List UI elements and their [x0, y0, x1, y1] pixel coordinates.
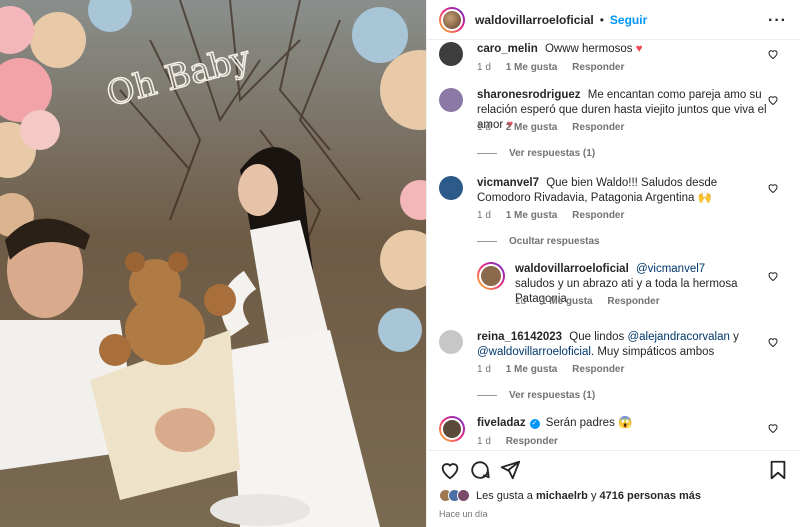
mention-link[interactable]: @alejandracorvalan	[627, 331, 729, 343]
more-options-icon[interactable]: ···	[768, 12, 787, 30]
author-username[interactable]: waldovillarroeloficial	[475, 13, 594, 27]
reply-button[interactable]: Responder	[572, 364, 624, 375]
comments-list: caro_melin Owww hermosos ♥ 1 d 1 Me gust…	[427, 40, 800, 450]
liker-avatar	[457, 489, 470, 502]
likes-count[interactable]: 4716 personas más	[600, 490, 702, 502]
commenter-avatar[interactable]	[439, 176, 463, 200]
comment-meta: 1 d 1 Me gusta Responder	[477, 210, 625, 221]
mention-link[interactable]: @vicmanvel7	[636, 263, 705, 275]
likes-username[interactable]: michaelrb	[536, 490, 588, 502]
follow-button[interactable]: Seguir	[610, 13, 647, 27]
heart-emoji: ♥	[635, 43, 643, 55]
comment-username[interactable]: sharonesrodriguez	[477, 89, 581, 101]
comment-meta: 1d 1 Me gusta Responder	[515, 296, 660, 307]
comment-likes[interactable]: 1 Me gusta	[506, 62, 558, 73]
like-comment-icon[interactable]	[767, 48, 779, 60]
reply-thread-line	[477, 153, 497, 154]
mention-link[interactable]: @waldovillarroeloficial	[477, 346, 591, 358]
comment-username[interactable]: vicmanvel7	[477, 177, 539, 189]
post-actions-bar: Les gusta a michaelrb y 4716 personas má…	[427, 450, 800, 527]
comment-username[interactable]: reina_16142023	[477, 331, 562, 343]
comment-meta: 1 d 1 Me gusta Responder	[477, 62, 625, 73]
reply-thread-line	[477, 395, 497, 396]
like-comment-icon[interactable]	[767, 270, 779, 282]
shocked-face-emoji: 😱	[618, 417, 633, 429]
reply-button[interactable]: Responder	[607, 296, 659, 307]
comment-text: caro_melin Owww hermosos ♥	[477, 43, 643, 55]
comment-likes[interactable]: 1 Me gusta	[541, 296, 593, 307]
post-header: waldovillarroeloficial • Seguir ···	[427, 0, 800, 40]
view-replies-button[interactable]: Ver respuestas (1)	[477, 148, 595, 159]
commenter-avatar[interactable]	[439, 330, 463, 354]
commenter-avatar[interactable]	[439, 88, 463, 112]
reply-thread-line	[477, 241, 497, 242]
post-timestamp: Hace un día	[439, 509, 488, 519]
comment-meta: 1 d 1 Me gusta Responder	[477, 364, 625, 375]
post-image: Oh Baby	[0, 0, 426, 527]
hide-replies-button[interactable]: Ocultar respuestas	[477, 236, 600, 247]
like-comment-icon[interactable]	[767, 422, 779, 434]
instagram-post-modal: Oh Baby waldovillarroeloficial • Seguir …	[0, 0, 800, 527]
likes-summary[interactable]: Les gusta a michaelrb y 4716 personas má…	[439, 489, 701, 502]
comments-panel: waldovillarroeloficial • Seguir ··· caro…	[426, 0, 800, 527]
comment-bubble-icon[interactable]	[469, 459, 491, 481]
like-heart-icon[interactable]	[439, 459, 461, 481]
post-photo[interactable]: Oh Baby	[0, 0, 426, 527]
like-comment-icon[interactable]	[767, 336, 779, 348]
comment-likes[interactable]: 1 Me gusta	[506, 210, 558, 221]
comment-text: vicmanvel7 Que bien Waldo!!! Saludos des…	[477, 177, 718, 204]
comment-text: fiveladaz ✓ Serán padres 😱	[477, 417, 633, 429]
like-comment-icon[interactable]	[767, 182, 779, 194]
comment-likes[interactable]: 1 Me gusta	[506, 364, 558, 375]
commenter-avatar[interactable]	[439, 42, 463, 66]
comment-username[interactable]: fiveladaz	[477, 417, 526, 429]
commenter-avatar[interactable]	[439, 416, 465, 442]
reply-button[interactable]: Responder	[572, 122, 624, 133]
comment-username[interactable]: caro_melin	[477, 43, 538, 55]
raised-hands-emoji: 🙌	[697, 192, 712, 204]
likes-text: Les gusta a michaelrb y 4716 personas má…	[476, 489, 702, 502]
save-bookmark-icon[interactable]	[767, 459, 789, 481]
share-send-icon[interactable]	[499, 459, 521, 481]
reply-button[interactable]: Responder	[506, 436, 558, 447]
author-avatar[interactable]	[439, 6, 465, 33]
view-replies-button[interactable]: Ver respuestas (1)	[477, 390, 595, 401]
verified-badge-icon: ✓	[529, 419, 540, 429]
comment-meta: 1 d Responder	[477, 436, 558, 447]
reply-button[interactable]: Responder	[572, 62, 624, 73]
like-comment-icon[interactable]	[767, 94, 779, 106]
comment-text: reina_16142023 Que lindos @alejandracorv…	[477, 331, 739, 358]
comment-username[interactable]: waldovillarroeloficial	[515, 263, 629, 275]
header-separator: •	[599, 12, 604, 27]
reply-button[interactable]: Responder	[572, 210, 624, 221]
comment-meta: 1 d 2 Me gusta Responder	[477, 122, 625, 133]
comment-likes[interactable]: 2 Me gusta	[506, 122, 558, 133]
commenter-avatar[interactable]	[477, 262, 505, 290]
